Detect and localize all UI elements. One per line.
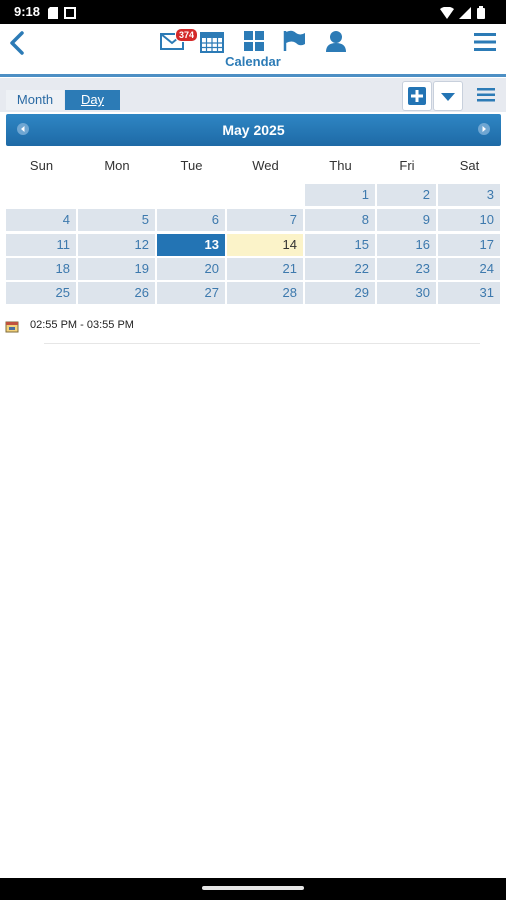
day-cell[interactable]: 25	[6, 282, 76, 304]
tab-day[interactable]: Day	[65, 90, 120, 110]
battery-icon	[477, 6, 485, 24]
event-list-item[interactable]: 02:55 PM - 03:55 PM	[0, 316, 506, 344]
day-cell[interactable]: 19	[78, 258, 155, 280]
home-gesture-bar[interactable]	[202, 886, 304, 890]
status-bar: 9:18	[0, 0, 506, 24]
sd-card-icon	[48, 6, 58, 24]
dropdown-button[interactable]	[433, 81, 463, 111]
day-cell[interactable]: 9	[377, 209, 436, 231]
day-cell[interactable]: 8	[305, 209, 375, 231]
user-icon[interactable]	[325, 30, 347, 57]
day-cell[interactable]: 30	[377, 282, 436, 304]
signal-icon	[459, 6, 471, 24]
tab-month[interactable]: Month	[6, 90, 64, 110]
day-cell[interactable]: 13	[157, 234, 225, 256]
next-month-icon[interactable]	[478, 123, 490, 135]
weekday-label: Tue	[180, 158, 203, 173]
system-navigation-bar	[0, 878, 506, 900]
day-cell[interactable]: 26	[78, 282, 155, 304]
day-cell[interactable]: 1	[305, 184, 375, 206]
day-cell[interactable]: 23	[377, 258, 436, 280]
page-title: Calendar	[225, 54, 281, 69]
weekday-label: Sun	[29, 158, 54, 173]
day-cell[interactable]: 14	[227, 234, 303, 256]
app-header: 374 Calendar	[0, 24, 506, 77]
main-menu-icon[interactable]	[474, 32, 496, 57]
day-cell[interactable]: 17	[438, 234, 500, 256]
day-cell[interactable]: 18	[6, 258, 76, 280]
screenshot-icon	[64, 6, 76, 24]
wifi-icon	[440, 6, 454, 24]
day-cell[interactable]: 28	[227, 282, 303, 304]
day-cell[interactable]: 7	[227, 209, 303, 231]
weekday-label: Thu	[329, 158, 352, 173]
day-cell[interactable]: 31	[438, 282, 500, 304]
weekday-label: Sat	[459, 158, 480, 173]
day-cell[interactable]: 29	[305, 282, 375, 304]
mail-unread-badge: 374	[175, 28, 199, 42]
event-divider	[44, 343, 480, 344]
day-cell[interactable]: 21	[227, 258, 303, 280]
weekday-label: Wed	[252, 158, 279, 173]
add-event-button[interactable]	[402, 81, 432, 111]
event-time: 02:55 PM - 03:55 PM	[30, 319, 134, 331]
day-cell[interactable]: 5	[78, 209, 155, 231]
day-cell[interactable]: 22	[305, 258, 375, 280]
day-cell[interactable]: 4	[6, 209, 76, 231]
view-toolbar: Month Day	[0, 78, 506, 112]
day-cell[interactable]: 12	[78, 234, 155, 256]
day-cell[interactable]: 2	[377, 184, 436, 206]
day-cell[interactable]: 11	[6, 234, 76, 256]
day-cell[interactable]: 27	[157, 282, 225, 304]
event-item-icon	[5, 319, 19, 338]
weekday-label: Fri	[399, 158, 415, 173]
day-cell[interactable]: 20	[157, 258, 225, 280]
day-cell[interactable]: 24	[438, 258, 500, 280]
month-title: May 2025	[222, 122, 285, 138]
list-menu-icon[interactable]	[477, 87, 495, 108]
flag-icon[interactable]	[282, 30, 306, 57]
weekday-label: Mon	[104, 158, 130, 173]
day-cell[interactable]: 10	[438, 209, 500, 231]
day-cell[interactable]: 3	[438, 184, 500, 206]
day-cell[interactable]: 15	[305, 234, 375, 256]
apps-grid-icon[interactable]	[243, 30, 265, 57]
status-time: 9:18	[14, 4, 41, 19]
day-cell[interactable]: 16	[377, 234, 436, 256]
day-cell[interactable]: 6	[157, 209, 225, 231]
month-navigation-bar: May 2025	[6, 114, 501, 146]
